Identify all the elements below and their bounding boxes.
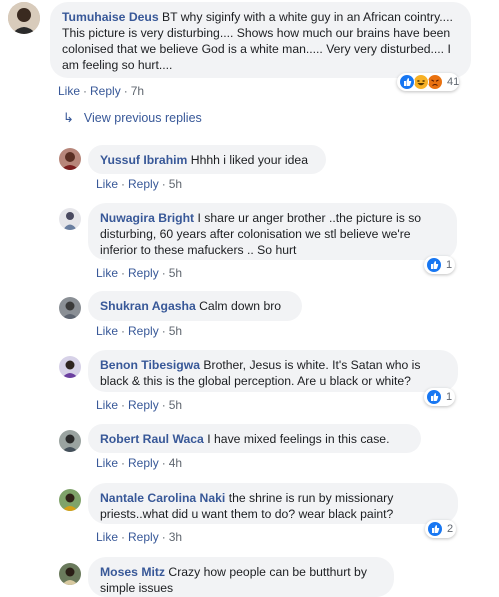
- like-count-badge[interactable]: 1: [424, 388, 455, 406]
- reply-text: Calm down bro: [199, 299, 282, 313]
- avatar[interactable]: [59, 208, 81, 230]
- reply-actions: Like · Reply · 5h: [96, 177, 182, 191]
- comment-author[interactable]: Tumuhaise Deus: [62, 10, 159, 24]
- like-button[interactable]: Like: [96, 266, 118, 280]
- like-button[interactable]: Like: [96, 324, 118, 338]
- reply-author[interactable]: Shukran Agasha: [100, 299, 196, 313]
- reply-arrow-icon: ↳: [63, 110, 74, 125]
- separator: ·: [121, 456, 126, 470]
- reactions-summary[interactable]: 41: [397, 73, 459, 91]
- reply-author[interactable]: Robert Raul Waca: [100, 432, 204, 446]
- like-button[interactable]: Like: [58, 84, 80, 98]
- angry-icon: [427, 74, 443, 90]
- avatar[interactable]: [59, 563, 81, 585]
- reply-button[interactable]: Reply: [128, 177, 159, 191]
- reply-author[interactable]: Moses Mitz: [100, 565, 165, 579]
- reply-text: Hhhh i liked your idea: [190, 153, 308, 167]
- profile-photo: [8, 2, 40, 34]
- reply-bubble: Shukran Agasha Calm down bro: [88, 291, 302, 321]
- reply-time[interactable]: 3h: [169, 530, 182, 544]
- reply-bubble: Nuwagira Bright I share ur anger brother…: [88, 203, 457, 260]
- reply-bubble: Nantale Carolina Naki the shrine is run …: [88, 483, 458, 524]
- reply-bubble: Benon Tibesigwa Brother, Jesus is white.…: [88, 350, 458, 392]
- like-icon: [427, 521, 443, 537]
- separator: ·: [123, 84, 128, 98]
- reply-bubble: Robert Raul Waca I have mixed feelings i…: [88, 424, 421, 453]
- separator: ·: [121, 324, 126, 338]
- like-icon: [426, 257, 442, 273]
- avatar[interactable]: [59, 356, 81, 378]
- comment-actions: Like · Reply · 7h: [58, 84, 144, 98]
- avatar[interactable]: [59, 430, 81, 452]
- like-count: 2: [447, 523, 454, 535]
- like-count: 1: [446, 259, 453, 271]
- reply-time[interactable]: 5h: [169, 177, 182, 191]
- separator: ·: [121, 398, 126, 412]
- reply-time[interactable]: 5h: [169, 266, 182, 280]
- separator: ·: [121, 266, 126, 280]
- like-icon: [399, 74, 415, 90]
- reply-bubble: Moses Mitz Crazy how people can be butth…: [88, 557, 394, 597]
- separator: ·: [83, 84, 88, 98]
- reply-actions: Like · Reply · 4h: [96, 456, 182, 470]
- like-count: 1: [446, 391, 453, 403]
- separator: ·: [161, 177, 166, 191]
- like-icon: [426, 389, 442, 405]
- like-button[interactable]: Like: [96, 398, 118, 412]
- reply-button[interactable]: Reply: [128, 456, 159, 470]
- separator: ·: [161, 266, 166, 280]
- separator: ·: [161, 456, 166, 470]
- reply-text: I have mixed feelings in this case.: [207, 432, 390, 446]
- separator: ·: [121, 530, 126, 544]
- like-button[interactable]: Like: [96, 456, 118, 470]
- reply-bubble: Yussuf Ibrahim Hhhh i liked your idea: [88, 145, 326, 174]
- comment-time[interactable]: 7h: [131, 84, 144, 98]
- separator: ·: [161, 398, 166, 412]
- separator: ·: [161, 530, 166, 544]
- reply-actions: Like · Reply · 5h: [96, 324, 182, 338]
- reply-author[interactable]: Nuwagira Bright: [100, 211, 194, 225]
- separator: ·: [121, 177, 126, 191]
- reply-button[interactable]: Reply: [90, 84, 121, 98]
- reply-time[interactable]: 5h: [169, 398, 182, 412]
- comment-bubble: Tumuhaise Deus BT why siginfy with a whi…: [50, 2, 471, 78]
- reply-button[interactable]: Reply: [128, 266, 159, 280]
- avatar[interactable]: [59, 489, 81, 511]
- reply-author[interactable]: Benon Tibesigwa: [100, 358, 200, 372]
- like-count-badge[interactable]: 2: [425, 520, 456, 538]
- reply-author[interactable]: Nantale Carolina Naki: [100, 491, 225, 505]
- reply-actions: Like · Reply · 5h: [96, 398, 182, 412]
- avatar[interactable]: [8, 2, 40, 34]
- separator: ·: [161, 324, 166, 338]
- like-button[interactable]: Like: [96, 530, 118, 544]
- avatar[interactable]: [59, 297, 81, 319]
- laugh-icon: [413, 74, 429, 90]
- reply-button[interactable]: Reply: [128, 324, 159, 338]
- reply-actions: Like · Reply · 3h: [96, 530, 182, 544]
- reply-time[interactable]: 5h: [169, 324, 182, 338]
- reply-button[interactable]: Reply: [128, 530, 159, 544]
- reactions-count: 41: [447, 76, 460, 88]
- like-count-badge[interactable]: 1: [424, 256, 455, 274]
- view-previous-replies-label[interactable]: View previous replies: [84, 111, 202, 125]
- like-button[interactable]: Like: [96, 177, 118, 191]
- avatar[interactable]: [59, 148, 81, 170]
- reply-actions: Like · Reply · 5h: [96, 266, 182, 280]
- reply-button[interactable]: Reply: [128, 398, 159, 412]
- reply-author[interactable]: Yussuf Ibrahim: [100, 153, 187, 167]
- reply-time[interactable]: 4h: [169, 456, 182, 470]
- view-previous-replies-link[interactable]: ↳ View previous replies: [63, 110, 202, 126]
